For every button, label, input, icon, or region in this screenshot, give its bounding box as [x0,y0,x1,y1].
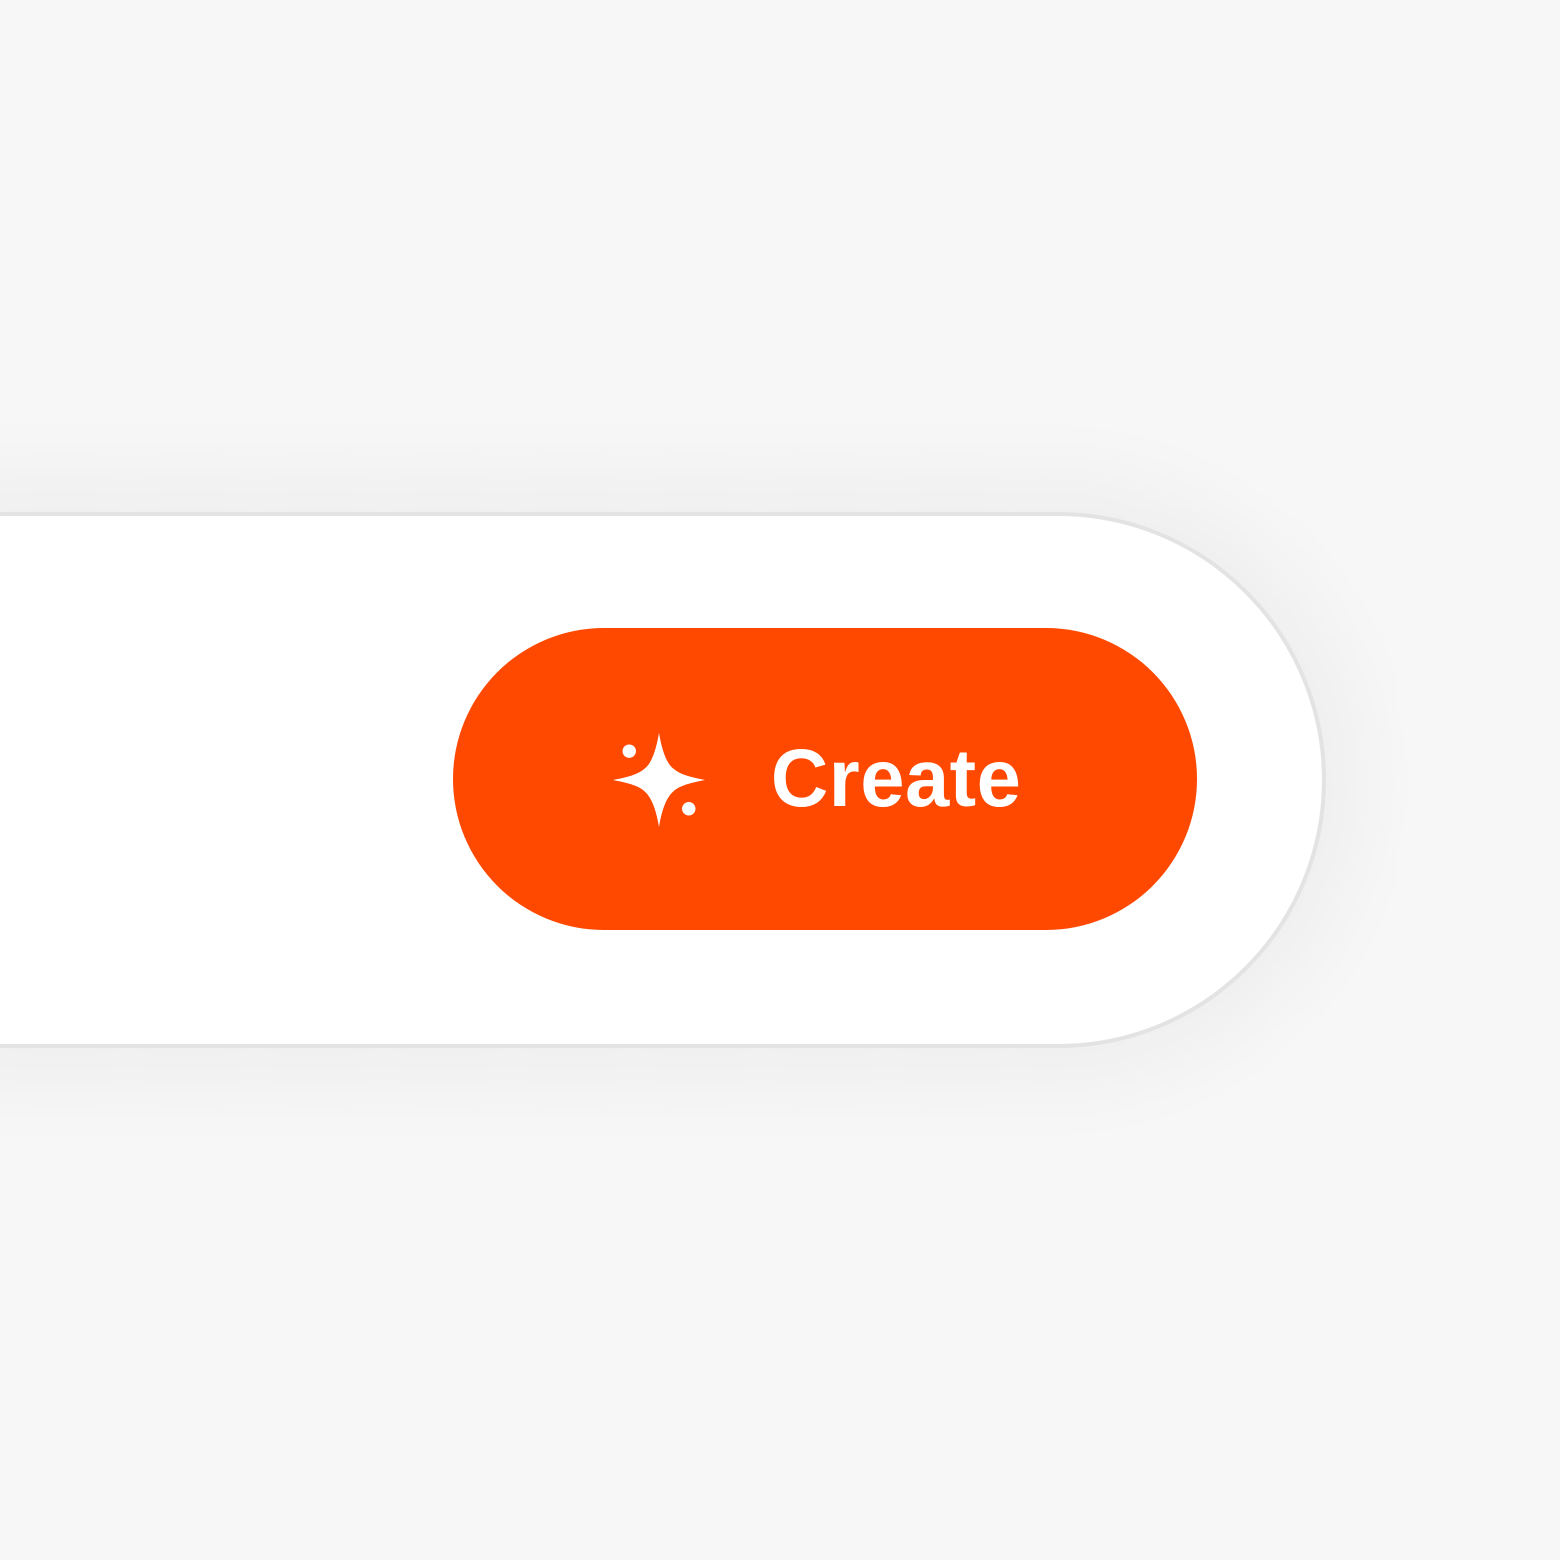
page-canvas: Create [0,0,1560,1560]
sparkle-icon [612,732,705,827]
create-button[interactable]: Create [453,628,1197,930]
create-button-label: Create [770,733,1022,824]
